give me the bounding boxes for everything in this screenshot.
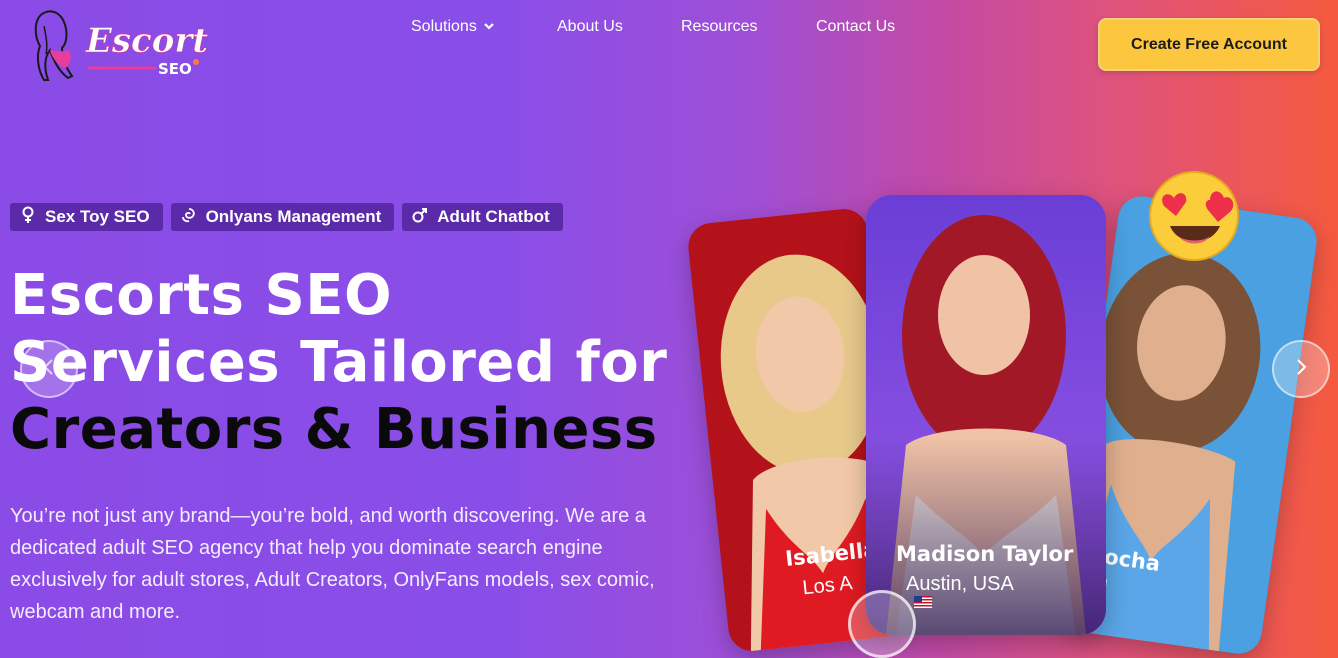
card-name: Madison Taylor xyxy=(896,542,1074,566)
mars-icon xyxy=(412,207,428,228)
carousel-next-button[interactable] xyxy=(1272,340,1330,398)
venus-icon xyxy=(20,206,36,229)
tag-onlyans-management[interactable]: Onlyans Management xyxy=(170,203,395,231)
tag-label: Adult Chatbot xyxy=(437,207,550,226)
create-account-button[interactable]: Create Free Account xyxy=(1098,18,1320,71)
tag-sex-toy-seo[interactable]: Sex Toy SEO xyxy=(10,203,163,231)
nav-resources[interactable]: Resources xyxy=(681,18,757,36)
tag-adult-chatbot[interactable]: Adult Chatbot xyxy=(402,203,563,231)
hero-headline: Escorts SEO Services Tailored for Creato… xyxy=(10,262,667,463)
nav-contact[interactable]: Contact Us xyxy=(816,18,895,36)
tag-label: Onlyans Management xyxy=(205,207,382,226)
carousel-prev-button[interactable] xyxy=(20,340,78,398)
headline-line-2: Services Tailored for xyxy=(10,330,668,395)
chevron-left-icon xyxy=(42,357,56,382)
usa-flag-icon xyxy=(914,596,932,608)
nav-about[interactable]: About Us xyxy=(557,18,623,36)
headline-line-1: Escorts SEO xyxy=(10,263,393,328)
profile-photo xyxy=(866,195,1106,635)
chevron-right-icon xyxy=(1294,357,1308,382)
tag-label: Sex Toy SEO xyxy=(45,207,150,226)
brand-logo[interactable]: Escort SEO xyxy=(28,6,218,88)
hero-description: You’re not just any brand—you’re bold, a… xyxy=(10,505,655,623)
nav-solutions[interactable]: Solutions xyxy=(411,18,495,36)
card-location-text: Austin, USA xyxy=(906,573,1014,595)
logo-sub: SEO xyxy=(158,60,192,78)
nav-solutions-label: Solutions xyxy=(411,18,477,36)
carousel-indicator[interactable] xyxy=(848,590,916,658)
swirl-icon xyxy=(181,207,197,228)
card-location: Austin, USA xyxy=(906,573,1014,608)
chevron-down-icon xyxy=(483,18,495,36)
headline-line-3: Creators & Business xyxy=(10,397,658,462)
profile-card-madison[interactable]: Madison Taylor Austin, USA xyxy=(866,195,1106,635)
service-tags: Sex Toy SEO Onlyans Management Adult Cha… xyxy=(10,203,563,231)
logo-word: Escort xyxy=(85,21,208,61)
heart-eyes-emoji-icon xyxy=(1149,171,1239,261)
